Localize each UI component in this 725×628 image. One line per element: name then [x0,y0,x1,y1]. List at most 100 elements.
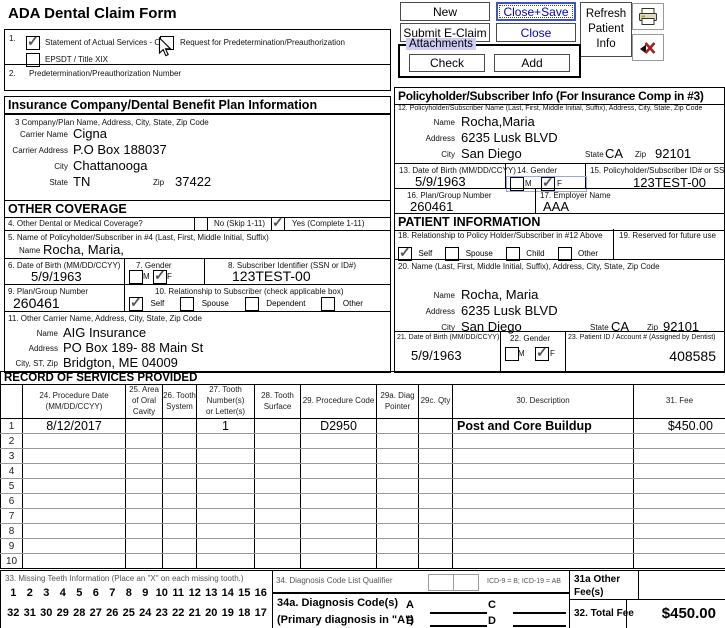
checkbox-other-coverage-no[interactable] [194,217,208,231]
tooth-number[interactable]: 31 [22,607,39,619]
tooth-number[interactable]: 1 [5,587,22,599]
service-row[interactable]: 5 [0,478,725,494]
tooth-number[interactable]: 2 [22,587,39,599]
service-row[interactable]: 3 [0,448,725,464]
q6-dob-value[interactable]: 5/9/1963 [31,269,82,284]
tooth-number[interactable]: 7 [104,587,121,599]
checkbox-statement-of-actual-services[interactable] [26,33,40,50]
teeth-row-upper[interactable]: 1 2 3 4 5 6 7 8 9 10 11 12 13 14 15 16 [5,587,269,599]
q23-account-value[interactable]: 408585 [669,348,716,364]
q11-name-value[interactable]: AIG Insurance [63,325,146,340]
qualifier-input-2[interactable] [453,574,479,591]
q20-address-value[interactable]: 6235 Lusk BLVD [461,303,558,318]
tooth-number[interactable]: 28 [71,607,88,619]
tooth-number[interactable]: 18 [236,607,253,619]
diagnosis-input-d[interactable] [513,615,566,627]
tooth-number[interactable]: 27 [88,607,105,619]
service-row[interactable]: 4 [0,463,725,479]
q11-city-value[interactable]: Bridgton, ME 04009 [63,355,178,370]
qualifier-input-1[interactable] [428,574,454,591]
tooth-number[interactable]: 13 [203,587,220,599]
tooth-number[interactable]: 5 [71,587,88,599]
tooth-number[interactable]: 19 [220,607,237,619]
tooth-number[interactable]: 30 [38,607,55,619]
add-attachment-button[interactable]: Add [494,54,570,72]
close-save-button[interactable]: Close+Save [496,2,576,21]
diagnosis-input-a[interactable] [430,602,487,614]
divider [613,229,614,259]
tooth-number[interactable]: 29 [55,607,72,619]
tooth-number[interactable]: 9 [137,587,154,599]
carrier-address-value[interactable]: P.O Box 188037 [73,142,167,157]
q16-plan-value[interactable]: 260461 [410,199,453,214]
carrier-city-value[interactable]: Chattanooga [73,158,147,173]
tooth-number[interactable]: 6 [88,587,105,599]
tooth-number[interactable]: 11 [170,587,187,599]
other-fee-value[interactable] [642,573,723,598]
q12-state-value[interactable]: CA [605,146,623,161]
tooth-number[interactable]: 21 [187,607,204,619]
q12-name-value[interactable]: Rocha,Maria [461,114,535,129]
tooth-number[interactable]: 15 [236,587,253,599]
q11-address-value[interactable]: PO Box 189- 88 Main St [63,340,203,355]
checkbox-q22-female[interactable] [535,344,549,361]
service-row[interactable]: 8 [0,523,725,539]
service-row[interactable]: 10 [0,553,725,569]
service-row[interactable]: 7 [0,508,725,524]
tooth-number[interactable]: 17 [253,607,270,619]
tooth-number[interactable]: 22 [170,607,187,619]
tooth-number[interactable]: 3 [38,587,55,599]
checkbox-other-coverage-yes[interactable] [271,214,285,231]
tooth-number[interactable]: 10 [154,587,171,599]
q22-male-label: M [518,349,525,358]
diagnosis-input-c[interactable] [513,602,566,614]
close-button[interactable]: Close [496,23,576,42]
checkbox-q7-male[interactable] [129,270,143,284]
relationship-checkbox[interactable] [129,294,143,311]
delete-claim-button[interactable] [632,34,664,61]
tooth-number[interactable]: 4 [55,587,72,599]
checkbox-q22-male[interactable] [505,347,519,361]
tooth-number[interactable]: 23 [154,607,171,619]
q8-subscriber-id-value[interactable]: 123TEST-00 [232,268,311,284]
new-button[interactable]: New [400,2,490,21]
q12-city-value[interactable]: San Diego [461,146,522,161]
checkbox-q7-female[interactable] [153,267,167,284]
diagnosis-input-b[interactable] [430,615,487,627]
procedure-code-cell: D2950 [300,418,377,434]
q21-dob-value[interactable]: 5/9/1963 [411,348,462,363]
tooth-number[interactable]: 8 [121,587,138,599]
carrier-zip-value[interactable]: 37422 [175,174,211,189]
service-row[interactable]: 2 [0,433,725,449]
relationship-checkbox[interactable] [244,296,259,311]
service-row[interactable]: 6 [0,493,725,509]
tooth-number[interactable]: 16 [253,587,270,599]
tooth-number[interactable]: 26 [104,607,121,619]
tooth-number[interactable]: 20 [203,607,220,619]
q12-zip-value[interactable]: 92101 [655,146,691,161]
q20-name-value[interactable]: Rocha, Maria [461,287,538,302]
carrier-state-value[interactable]: TN [73,174,90,189]
tooth-number[interactable]: 32 [5,607,22,619]
relationship-checkbox[interactable] [321,296,336,311]
service-row[interactable]: 9 [0,538,725,554]
q12-address-value[interactable]: 6235 Lusk BLVD [461,130,558,145]
q17-employer-value[interactable]: AAA [543,199,569,214]
tooth-number[interactable]: 12 [187,587,204,599]
qty-cell [418,553,453,569]
teeth-row-lower[interactable]: 32 31 30 29 28 27 26 25 24 23 22 21 20 19 18 17 [5,607,269,619]
q5-name-value[interactable]: Rocha, Maria, [43,242,124,257]
tooth-number[interactable]: 25 [121,607,138,619]
q13-dob-value[interactable]: 5/9/1963 [415,174,466,189]
tooth-number[interactable]: 24 [137,607,154,619]
divider [5,258,390,259]
print-button[interactable] [632,3,664,30]
tooth-number[interactable]: 14 [220,587,237,599]
refresh-patient-info-button[interactable]: Refresh Patient Info [580,2,632,57]
q9-plan-number-value[interactable]: 260461 [13,295,60,311]
service-row[interactable]: 1 8/12/2017 1 D2950 Post and Core Buildu… [0,418,725,434]
check-attachments-button[interactable]: Check [409,54,485,72]
carrier-name-value[interactable]: Cigna [73,126,107,141]
relationship-checkbox[interactable] [180,296,195,311]
diagnosis-qualifier-label: 34. Diagnosis Code List Qualifier [276,576,393,585]
